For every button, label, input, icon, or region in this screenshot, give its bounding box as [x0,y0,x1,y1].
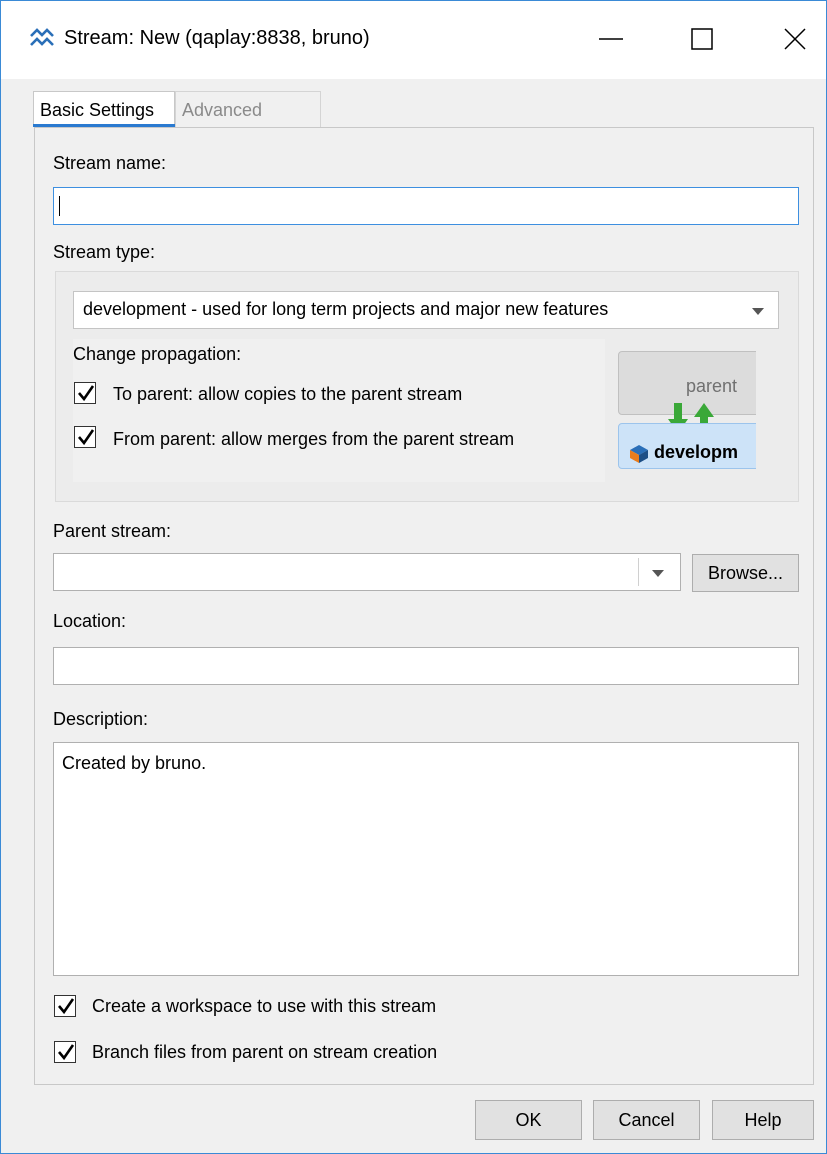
development-stream-icon [630,445,648,463]
chevron-down-icon [752,308,764,315]
help-button-label: Help [744,1110,782,1130]
stream-dialog: Stream: New (qaplay:8838, bruno) Basic S… [0,0,827,1154]
location-input[interactable] [53,647,799,685]
branch-files-checkbox[interactable] [54,1041,76,1063]
close-icon[interactable] [781,25,809,53]
cancel-button-label: Cancel [618,1110,675,1130]
browse-button-label: Browse... [707,563,784,583]
checkmark-icon [78,385,95,402]
stream-name-input[interactable] [53,187,799,225]
minimize-icon[interactable] [597,25,625,53]
cancel-button[interactable]: Cancel [593,1100,700,1140]
from-parent-checkbox[interactable] [74,426,96,448]
description-textarea[interactable]: Created by bruno. [53,742,799,976]
checkmark-icon [58,998,75,1015]
stream-name-label: Stream name: [53,153,166,174]
parent-stream-combo[interactable] [53,553,681,591]
location-label: Location: [53,611,127,631]
chevron-down-icon[interactable] [652,570,664,577]
ok-button[interactable]: OK [475,1100,582,1140]
tab-basic-settings[interactable]: Basic Settings [33,91,175,127]
help-button[interactable]: Help [712,1100,814,1140]
diagram-dev-label: developm [654,442,739,462]
to-parent-checkbox[interactable] [74,382,96,404]
description-label: Description: [53,709,149,729]
tab-advanced[interactable]: Advanced [175,91,321,127]
from-parent-label[interactable]: From parent: allow merges from the paren… [113,429,514,450]
stream-type-label: Stream type: [53,242,156,262]
checkmark-icon [78,429,95,446]
to-parent-label[interactable]: To parent: allow copies to the parent st… [113,384,462,405]
browse-button[interactable]: Browse... [692,554,799,592]
title-bar: Stream: New (qaplay:8838, bruno) [1,1,826,79]
combo-divider [638,558,639,586]
development-stream-box: developm [618,423,756,469]
ok-button-label: OK [515,1110,542,1130]
window-title: Stream: New (qaplay:8838, bruno) [64,27,370,49]
branch-files-label[interactable]: Branch files from parent on stream creat… [92,1042,437,1063]
checkmark-icon [58,1044,75,1061]
stream-icon [30,28,54,46]
create-workspace-label[interactable]: Create a workspace to use with this stre… [92,996,436,1017]
text-caret [59,196,60,216]
change-propagation-label: Change propagation: [73,344,242,364]
stream-name-label-text: Stream name: [53,153,167,173]
stream-type-value: development - used for long term project… [83,299,609,319]
stream-type-select[interactable]: development - used for long term project… [73,291,779,329]
create-workspace-checkbox[interactable] [54,995,76,1017]
stream-type-diagram: parent developm [616,349,756,471]
diagram-parent-label: parent [686,376,738,396]
parent-stream-label: Parent stream: [53,521,172,541]
description-text: Created by bruno. [62,753,207,773]
maximize-icon[interactable] [688,25,716,53]
